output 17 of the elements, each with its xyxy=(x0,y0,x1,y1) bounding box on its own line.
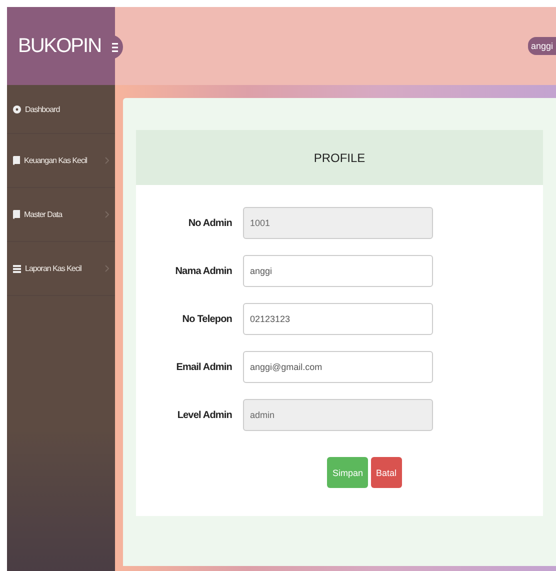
input-field[interactable]: 02123123 xyxy=(243,303,433,335)
field-label: Level Admin xyxy=(176,410,232,420)
brand-logo: BUKOPIN xyxy=(18,34,102,58)
panel-title: PROFILE xyxy=(314,150,366,164)
field-label: No Telepon xyxy=(181,314,232,324)
list-icon xyxy=(13,264,21,272)
book-icon xyxy=(13,156,20,165)
field-label: No Admin xyxy=(187,218,232,228)
user-menu-button[interactable]: anggi xyxy=(528,37,556,55)
book-icon xyxy=(13,210,20,219)
field-label: Email Admin xyxy=(175,362,232,372)
dashboard-icon xyxy=(13,104,21,114)
input-field[interactable]: anggi xyxy=(243,255,433,287)
input-field[interactable]: anggi@gmail.com xyxy=(243,351,433,383)
cancel-button[interactable]: Batal xyxy=(371,457,402,488)
field-label: Nama Admin xyxy=(174,266,232,276)
menu-icon xyxy=(112,42,118,52)
